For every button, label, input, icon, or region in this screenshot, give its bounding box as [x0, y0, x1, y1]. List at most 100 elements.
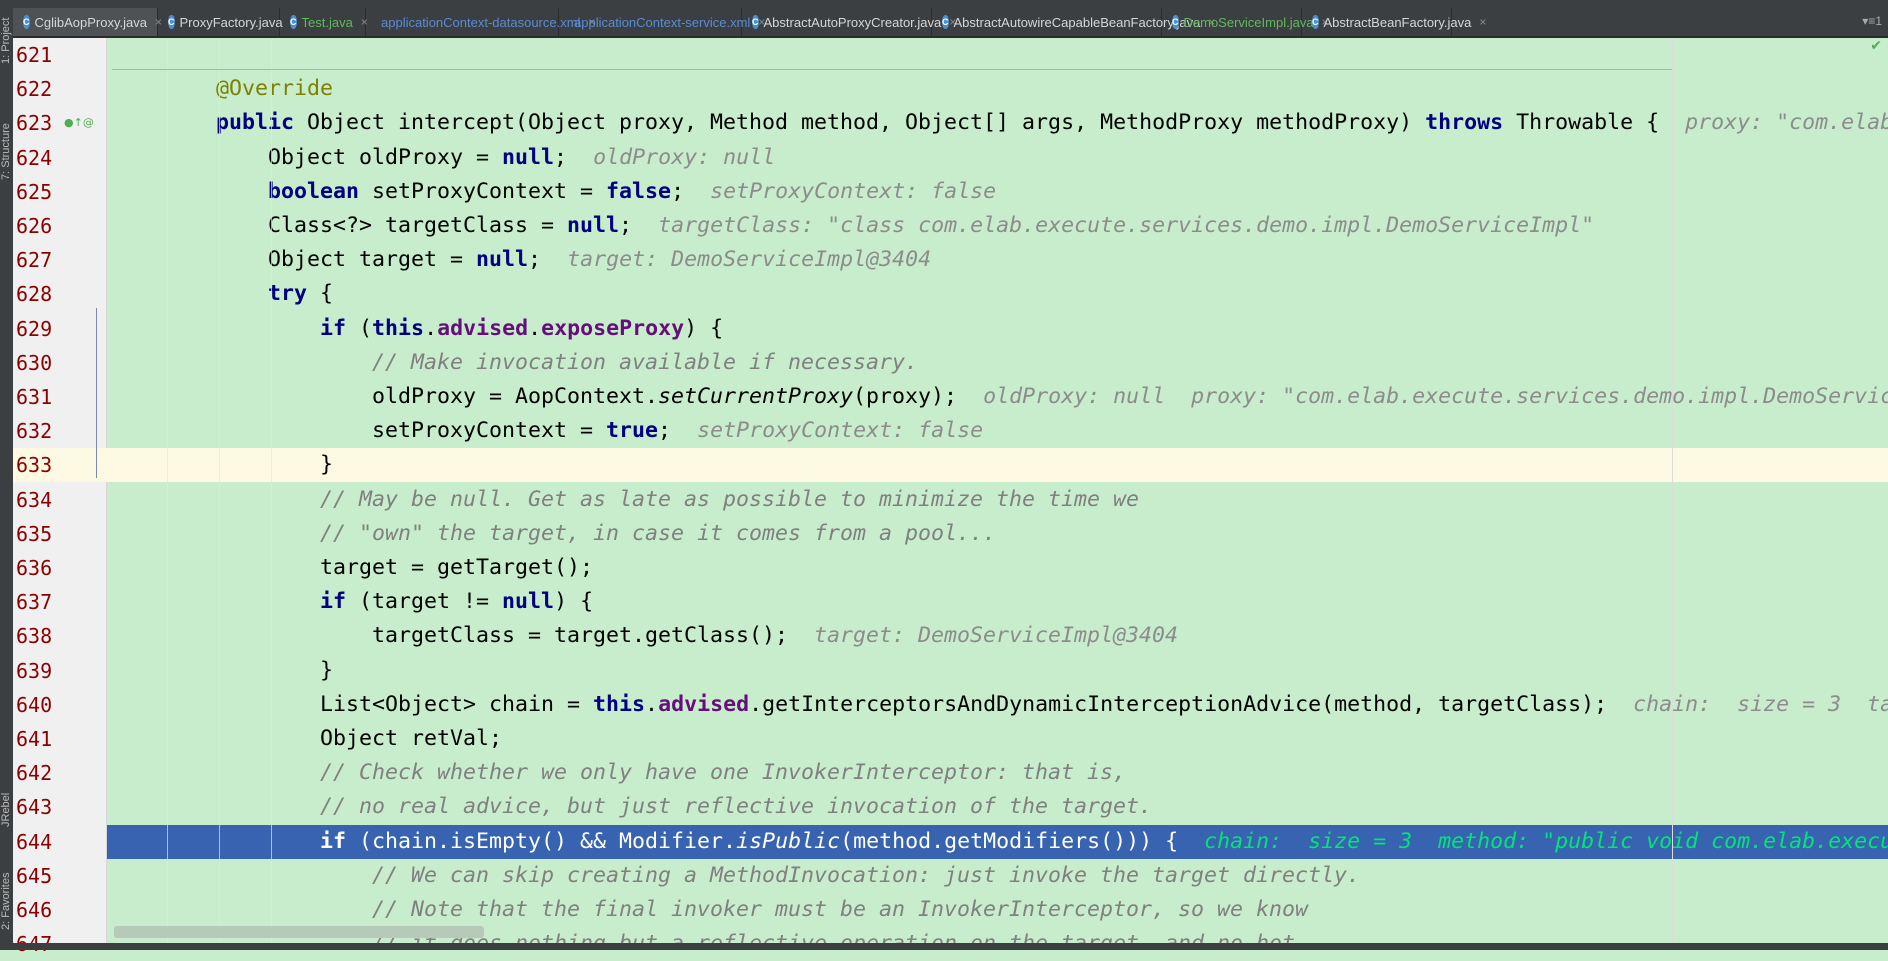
line-number[interactable]: 622	[13, 72, 107, 106]
keyword: null	[476, 247, 529, 273]
code-line[interactable]: // We can skip creating a MethodInvocati…	[107, 859, 1888, 893]
code-line[interactable]: Object retVal;	[107, 722, 1888, 756]
horizontal-scrollbar[interactable]	[114, 926, 484, 938]
tab-label: applicationContext-service.xml	[574, 14, 751, 30]
comment: // Check whether we only have one Invoke…	[320, 760, 1127, 786]
tab-label: applicationContext-datasource.xml	[381, 14, 581, 30]
keyword: boolean	[268, 178, 360, 204]
code-line[interactable]: }	[107, 448, 1888, 483]
status-bar	[0, 943, 1888, 950]
line-number[interactable]: 626	[13, 209, 107, 243]
tool-window-favorites[interactable]: 2: Favorites	[0, 850, 13, 930]
code-token: List<Object> chain =	[320, 691, 594, 717]
code-line[interactable]	[107, 38, 1888, 72]
line-number[interactable]: 621	[13, 38, 107, 72]
code-token: setProxyContext =	[359, 178, 607, 204]
keyword: this	[593, 691, 646, 717]
tab-test-java[interactable]: C Test.java ×	[280, 8, 368, 36]
tab-list-menu-button[interactable]: ▾≡1	[1862, 14, 1882, 28]
debug-inline-value: oldProxy: null proxy: "com.elab.execute.…	[983, 384, 1888, 409]
tool-window-strip: 1: Project 7: Structure JRebel 2: Favori…	[0, 0, 13, 950]
tab-abstractbeanfactory-java[interactable]: C AbstractBeanFactory.java ×	[1302, 8, 1486, 36]
line-number[interactable]: 642	[13, 756, 107, 790]
code-line[interactable]: Class<?> targetClass = null; targetClass…	[107, 209, 1888, 243]
tab-abstractautoproxycreator-java[interactable]: C AbstractAutoProxyCreator.java ×	[742, 8, 956, 36]
inspection-ok-icon[interactable]: ✔	[1870, 38, 1882, 54]
code-line[interactable]: @Override	[107, 72, 1888, 106]
tool-window-project[interactable]: 1: Project	[0, 4, 13, 64]
code-line[interactable]: setProxyContext = true; setProxyContext:…	[107, 414, 1888, 448]
code-line[interactable]: public Object intercept(Object proxy, Me…	[107, 106, 1888, 140]
tab-label: Test.java	[301, 14, 353, 30]
line-number[interactable]: 625	[13, 175, 107, 209]
code-text: Object target = null; target: DemoServic…	[112, 243, 931, 277]
line-number[interactable]: 640	[13, 688, 107, 722]
line-number[interactable]: 641	[13, 722, 107, 756]
line-number[interactable]: 634	[13, 483, 107, 517]
code-token: ;	[554, 144, 594, 170]
code-line[interactable]: }	[107, 654, 1888, 688]
line-number[interactable]: 643	[13, 790, 107, 824]
line-number[interactable]: 628	[13, 277, 107, 311]
code-line[interactable]: if (target != null) {	[107, 585, 1888, 619]
code-line[interactable]: // Note that the final invoker must be a…	[107, 893, 1888, 927]
comment: // Make invocation available if necessar…	[372, 349, 919, 375]
tab-cglibaopproxy-java[interactable]: C CglibAopProxy.java ×	[13, 8, 162, 36]
line-number[interactable]: 637	[13, 585, 107, 619]
code-line[interactable]: target = getTarget();	[107, 551, 1888, 585]
code-line[interactable]: targetClass = target.getClass(); target:…	[107, 619, 1888, 653]
code-line[interactable]: // May be null. Get as late as possible …	[107, 483, 1888, 517]
code-line[interactable]: try {	[107, 277, 1888, 311]
code-line[interactable]: boolean setProxyContext = false; setProx…	[107, 175, 1888, 209]
close-tab-icon[interactable]: ×	[1479, 15, 1486, 29]
line-number[interactable]: 630	[13, 346, 107, 380]
code-line[interactable]: List<Object> chain = this.advised.getInt…	[107, 688, 1888, 722]
code-line[interactable]: Object oldProxy = null; oldProxy: null	[107, 141, 1888, 175]
line-number[interactable]: 629	[13, 312, 107, 346]
line-number[interactable]: 624	[13, 141, 107, 175]
tab-applicationcontext-service-xml[interactable]: applicationContext-service.xml ×	[559, 8, 765, 36]
code-token: target = getTarget();	[320, 555, 594, 580]
line-number[interactable]: 633	[13, 448, 107, 483]
indent-guide	[271, 38, 272, 943]
class-icon: C	[23, 15, 30, 29]
current-execution-line[interactable]: if (chain.isEmpty() && Modifier.isPublic…	[107, 824, 1888, 859]
line-number[interactable]: 631	[13, 380, 107, 414]
tab-applicationcontext-datasource-xml[interactable]: applicationContext-datasource.xml ×	[366, 8, 595, 36]
line-number[interactable]: 639	[13, 654, 107, 688]
code-token: ;	[671, 178, 711, 204]
tab-proxyfactory-java[interactable]: CProxyFactory.java×	[158, 8, 298, 36]
code-line[interactable]: // Make invocation available if necessar…	[107, 346, 1888, 380]
code-line[interactable]: // Check whether we only have one Invoke…	[107, 756, 1888, 790]
code-editor[interactable]: @Override public Object intercept(Object…	[107, 38, 1888, 943]
code-line[interactable]: // "own" the target, in case it comes fr…	[107, 517, 1888, 551]
indent-guide	[219, 38, 220, 943]
tab-abstractautowirecapablebeanfactory-java[interactable]: C AbstractAutowireCapableBeanFactory.java…	[932, 8, 1215, 36]
code-line[interactable]: // no real advice, but just reflective i…	[107, 790, 1888, 824]
code-token: ;	[619, 213, 659, 238]
code-line[interactable]: oldProxy = AopContext.setCurrentProxy(pr…	[107, 380, 1888, 414]
code-line[interactable]: if (this.advised.exposeProxy) {	[107, 312, 1888, 346]
line-number[interactable]: 645	[13, 859, 107, 893]
code-line[interactable]: Object target = null; target: DemoServic…	[107, 243, 1888, 277]
tool-window-structure[interactable]: 7: Structure	[0, 100, 13, 180]
implements-method-icon[interactable]: ●↑@	[64, 116, 94, 129]
line-number[interactable]: 638	[13, 619, 107, 653]
line-number[interactable]: 627	[13, 243, 107, 277]
tab-demoserviceimpl-java[interactable]: C DemoServiceImpl.java ×	[1162, 8, 1329, 36]
line-number[interactable]: 632	[13, 414, 107, 448]
line-number[interactable]: 636	[13, 551, 107, 585]
line-number[interactable]: 635	[13, 517, 107, 551]
tool-window-jrebel[interactable]: JRebel	[0, 782, 13, 827]
line-number[interactable]: 644	[13, 825, 107, 859]
code-text: // "own" the target, in case it comes fr…	[112, 517, 996, 551]
code-text: @Override	[112, 72, 333, 106]
code-token: Object intercept(Object proxy, Method me…	[294, 110, 1426, 136]
code-token: (	[346, 315, 373, 341]
line-number[interactable]: 646	[13, 893, 107, 927]
comment: // "own" the target, in case it comes fr…	[320, 520, 997, 546]
